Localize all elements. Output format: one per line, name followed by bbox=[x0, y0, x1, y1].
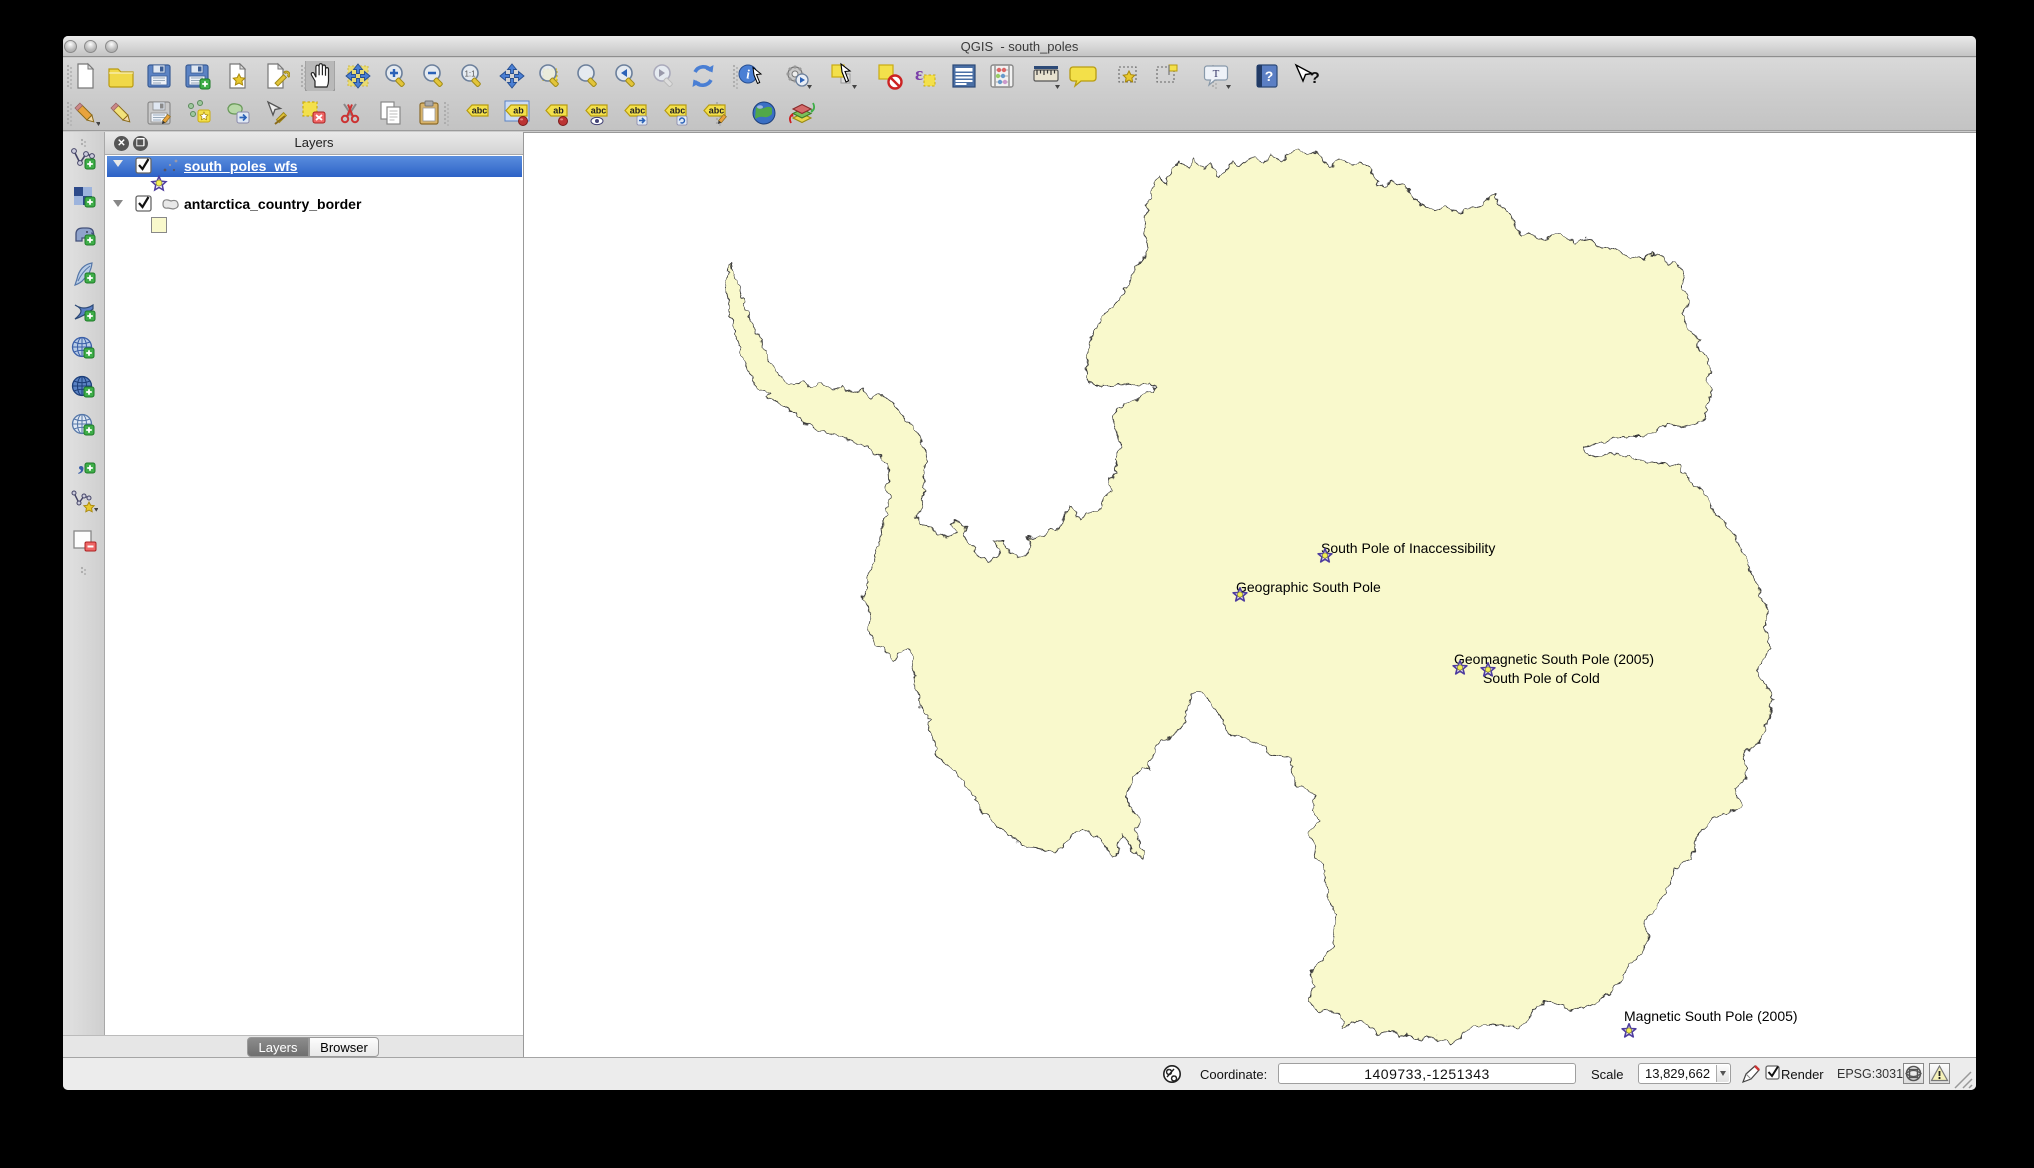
svg-text:abc: abc bbox=[709, 106, 725, 116]
svg-text:abc: abc bbox=[591, 106, 607, 116]
svg-text:abc: abc bbox=[472, 106, 488, 116]
svg-text:South Pole of Cold: South Pole of Cold bbox=[1483, 670, 1600, 686]
svg-text:ε: ε bbox=[915, 64, 923, 85]
svg-text:abc: abc bbox=[670, 106, 686, 116]
svg-text:?: ? bbox=[1310, 70, 1319, 87]
svg-text:South Pole of Inaccessibility: South Pole of Inaccessibility bbox=[1321, 540, 1495, 556]
svg-text:i: i bbox=[746, 67, 750, 82]
svg-text:ab: ab bbox=[513, 106, 524, 116]
svg-text:Geographic South Pole: Geographic South Pole bbox=[1236, 579, 1381, 595]
svg-text:,: , bbox=[78, 450, 85, 476]
svg-text:T: T bbox=[1213, 68, 1220, 80]
svg-text:Geomagnetic South Pole (2005): Geomagnetic South Pole (2005) bbox=[1454, 651, 1654, 667]
svg-text:1:1: 1:1 bbox=[464, 70, 476, 79]
svg-text:ab: ab bbox=[553, 106, 564, 116]
svg-text:abc: abc bbox=[630, 106, 646, 116]
svg-text:Magnetic South Pole (2005): Magnetic South Pole (2005) bbox=[1624, 1008, 1798, 1024]
svg-text:?: ? bbox=[1265, 68, 1274, 84]
